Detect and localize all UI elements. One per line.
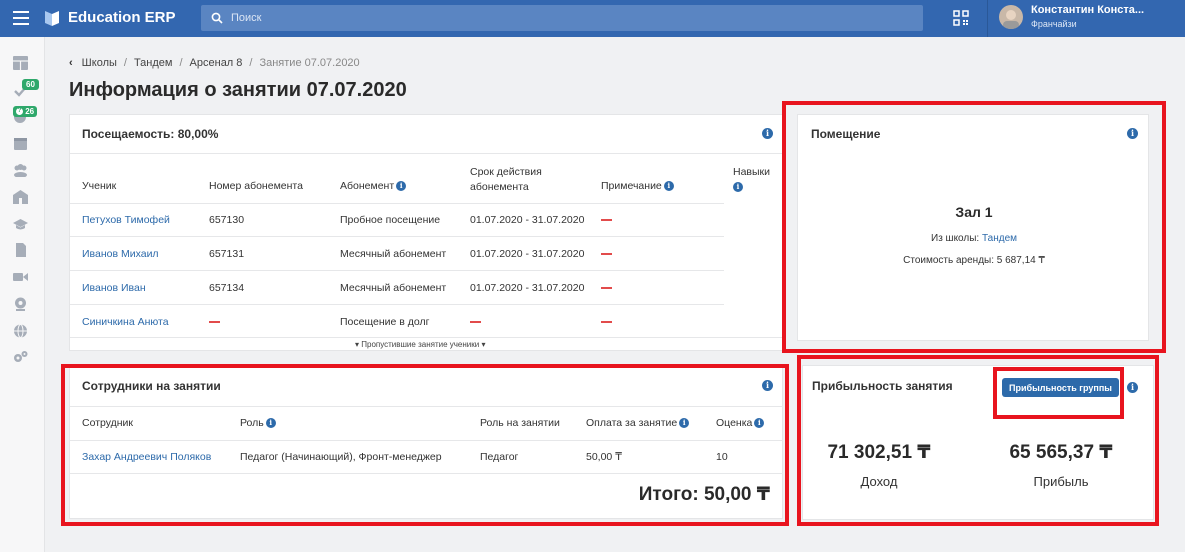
divider: [70, 153, 783, 154]
col-header-note: Примечание i: [601, 180, 674, 192]
pass-name: Месячный абонемент: [340, 248, 447, 260]
sidebar: 60 ? 26: [0, 37, 45, 552]
empty-dash: [601, 287, 612, 290]
divider: [70, 337, 783, 338]
pass-validity: 01.07.2020 - 31.07.2020: [470, 282, 585, 294]
users-icon[interactable]: [13, 163, 28, 177]
empty-dash: [601, 219, 612, 222]
info-icon[interactable]: i: [762, 128, 773, 139]
student-link[interactable]: Петухов Тимофей: [82, 214, 170, 226]
note-empty: [601, 248, 612, 260]
breadcrumb-schools[interactable]: Школы: [82, 57, 117, 69]
student-link[interactable]: Иванов Иван: [82, 282, 146, 294]
divider: [70, 304, 724, 305]
back-chevron-icon[interactable]: ‹: [69, 57, 73, 69]
col-header-student: Ученик: [82, 180, 117, 192]
pass-validity: 01.07.2020 - 31.07.2020: [470, 248, 585, 260]
empty-dash: [470, 321, 481, 324]
col-header-validity-line1: Срок действия: [470, 166, 542, 178]
divider: [70, 203, 724, 204]
menu-icon[interactable]: [13, 11, 29, 25]
pass-number: 657130: [209, 214, 245, 226]
tasks-badge: 60: [22, 79, 39, 90]
col-header-validity: Срок действия абонемента: [470, 165, 542, 195]
pass-name: Посещение в долг: [340, 316, 430, 328]
pass-name: Месячный абонемент: [340, 282, 447, 294]
breadcrumb-separator: /: [123, 57, 127, 69]
note-empty: [601, 316, 612, 328]
student-link[interactable]: Синичкина Анюта: [82, 316, 169, 328]
col-header-skills-label: Навыки: [733, 166, 771, 178]
highlight-frame-staff: [61, 364, 789, 526]
col-header-note-label: Примечание: [601, 180, 662, 192]
missed-students-toggle[interactable]: ▾ Пропустившие занятие ученики ▾: [355, 340, 485, 349]
info-icon[interactable]: i: [733, 182, 743, 193]
col-header-skills: Навыки i: [733, 165, 770, 195]
page-title: Информация о занятии 07.07.2020: [69, 79, 407, 101]
attendance-card: Посещаемость: 80,00% i Ученик Номер абон…: [69, 114, 783, 351]
dashboard-icon[interactable]: [13, 56, 28, 70]
user-role: Франчайзи: [1031, 19, 1077, 29]
highlight-frame-group-button: [993, 367, 1124, 419]
topbar-divider: [987, 0, 988, 37]
school-icon[interactable]: [13, 190, 28, 204]
info-icon[interactable]: i: [396, 181, 407, 192]
col-header-pass-number: Номер абонемента: [209, 180, 303, 192]
empty-dash: [601, 253, 612, 256]
student-link[interactable]: Иванов Михаил: [82, 248, 159, 260]
empty-dash: [209, 321, 220, 324]
top-bar: Education ERP Константин Конста... Франч…: [0, 0, 1185, 37]
avatar[interactable]: [999, 5, 1023, 29]
col-header-validity-line2: абонемента: [470, 181, 529, 193]
attendance-title: Посещаемость: 80,00%: [82, 127, 219, 141]
pass-number: 657134: [209, 282, 245, 294]
note-empty: [601, 282, 612, 294]
qr-code-icon[interactable]: [953, 10, 969, 26]
graduation-cap-icon[interactable]: [13, 217, 28, 231]
book-logo-icon: [45, 11, 59, 26]
document-icon[interactable]: [13, 243, 28, 257]
notifications-badge-count: 26: [25, 107, 35, 116]
settings-icon[interactable]: [13, 350, 28, 364]
calendar-icon[interactable]: [13, 136, 28, 150]
pass-name: Пробное посещение: [340, 214, 441, 226]
divider: [70, 270, 724, 271]
video-icon[interactable]: [13, 270, 28, 284]
pass-number: 657131: [209, 248, 245, 260]
pass-number-empty: [209, 316, 220, 328]
col-header-pass: Абонемент i: [340, 180, 407, 192]
breadcrumb-current: Занятие 07.07.2020: [259, 57, 360, 69]
breadcrumb: ‹ Школы / Тандем / Арсенал 8 / Занятие 0…: [69, 57, 360, 69]
col-header-pass-label: Абонемент: [340, 180, 395, 192]
notifications-badge: ? 26: [13, 106, 38, 117]
search-bar[interactable]: [201, 5, 923, 31]
breadcrumb-separator: /: [249, 57, 253, 69]
info-icon[interactable]: i: [663, 181, 674, 192]
globe-icon[interactable]: [13, 324, 28, 338]
user-name[interactable]: Константин Конста...: [1031, 4, 1144, 16]
divider: [70, 236, 724, 237]
search-input[interactable]: [231, 12, 831, 24]
pass-validity-empty: [470, 316, 481, 328]
brand-name[interactable]: Education ERP: [68, 9, 176, 26]
breadcrumb-separator: /: [179, 57, 183, 69]
pass-validity: 01.07.2020 - 31.07.2020: [470, 214, 585, 226]
breadcrumb-school[interactable]: Тандем: [134, 57, 173, 69]
empty-dash: [601, 321, 612, 324]
highlight-frame-room: [782, 101, 1166, 353]
webcam-icon[interactable]: [13, 297, 28, 311]
search-icon: [211, 12, 223, 24]
breadcrumb-group[interactable]: Арсенал 8: [190, 57, 243, 69]
note-empty: [601, 214, 612, 226]
